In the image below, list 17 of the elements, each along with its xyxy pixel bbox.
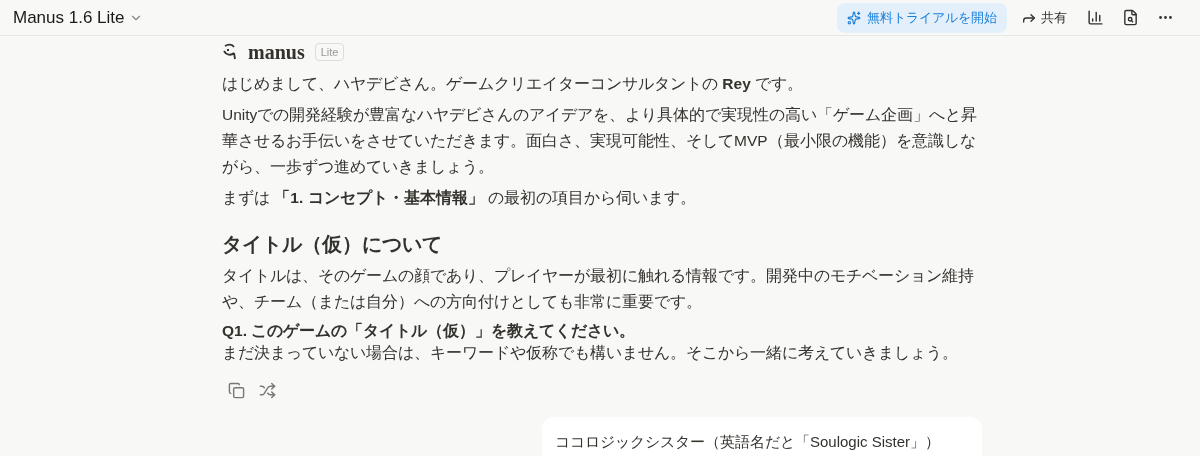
- plan-badge: Lite: [314, 43, 345, 61]
- message-paragraph: タイトルは、そのゲームの顔であり、プレイヤーが最初に触れる情報です。開発中のモチベーション維持や、チーム（または自分）への方向付けとしても非常に重要です。: [222, 266, 975, 312]
- sparkle-icon: [847, 10, 861, 25]
- section-heading: タイトル（仮）について: [222, 232, 443, 257]
- message-paragraph: まずは 「1. コンセプト・基本情報」 の最初の項目から伺います。: [222, 188, 697, 208]
- message-paragraph: Unityでの開発経験が豊富なハヤデビさんのアイデアを、より具体的で実現性の高い「ゲーム企画」へと昇華させるお手伝いをさせていただきます。面白さ、実現可能性、そしてMVP（最小限の機能）を意識しながら、一歩ずつ進めていきましょう。: [222, 105, 979, 177]
- manus-logo-icon: [222, 43, 238, 61]
- share-button[interactable]: 共有: [1013, 7, 1075, 28]
- model-selector[interactable]: Manus 1.6 Lite: [13, 4, 143, 31]
- brand-name: manus: [248, 40, 305, 65]
- message-paragraph: まだ決まっていない場合は、キーワードや仮称でも構いません。そこから一緒に考えていきましょう。: [222, 343, 959, 363]
- user-message-text: ココロジックシスター（英語名だと「Soulogic Sister」）: [555, 433, 941, 450]
- trial-button[interactable]: 無料トライアルを開始: [837, 2, 1007, 33]
- question-text: Q1. このゲームの「タイトル（仮）」を教えてください。: [222, 321, 637, 341]
- copy-icon[interactable]: [228, 382, 245, 399]
- message-paragraph: はじめまして、ハヤデビさん。ゲームクリエイターコンサルタントの Rey です。: [222, 74, 805, 94]
- regenerate-icon[interactable]: [259, 382, 276, 399]
